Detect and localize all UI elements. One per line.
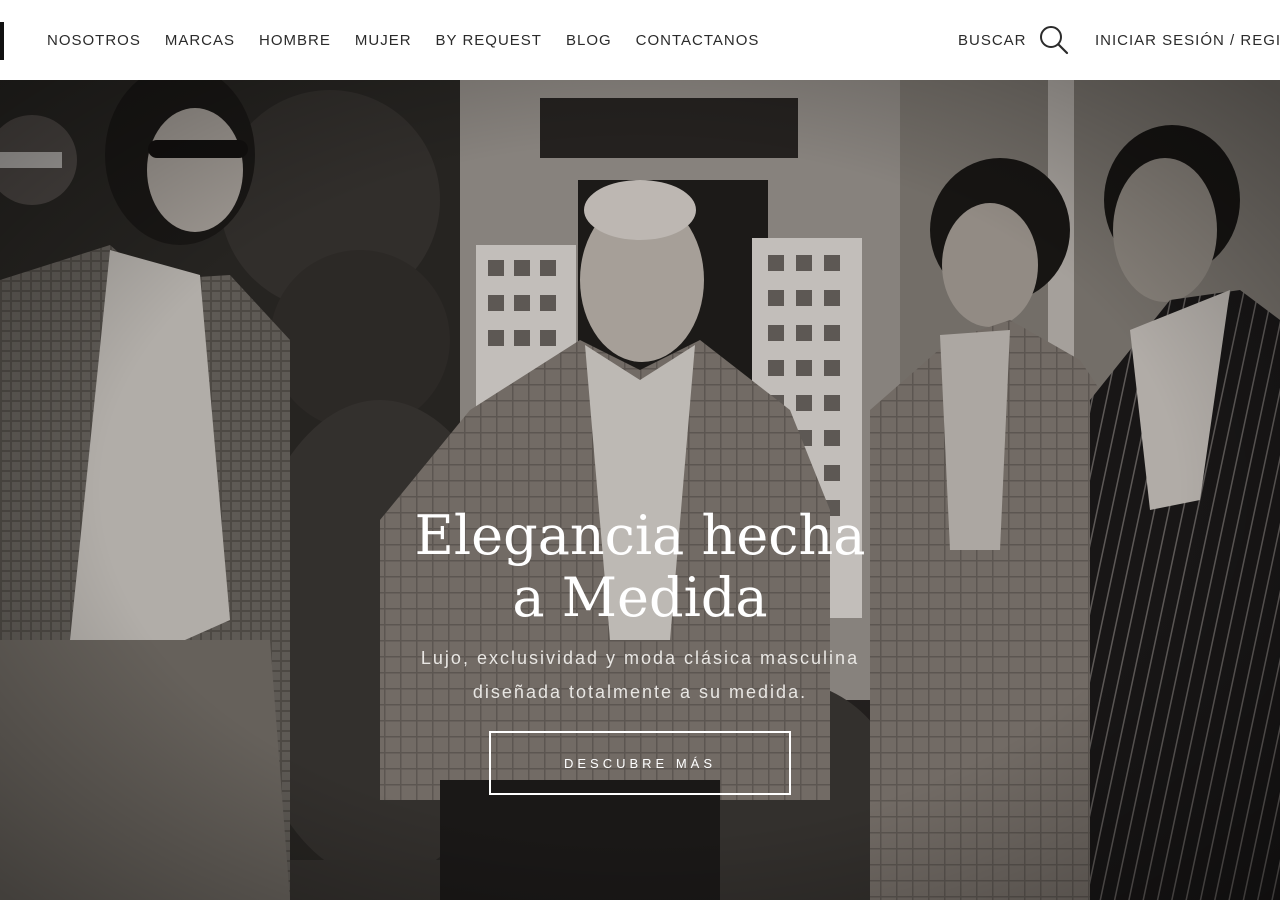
login-register-link[interactable]: INICIAR SESIÓN / REGISTRARSE xyxy=(1095,0,1280,80)
nav-item-hombre[interactable]: HOMBRE xyxy=(259,32,331,49)
hero-title: Elegancia hecha a Medida xyxy=(380,505,900,629)
hero-title-line-2: a Medida xyxy=(512,566,768,629)
nav-item-by-request[interactable]: BY REQUEST xyxy=(436,32,542,49)
nav-item-mujer[interactable]: MUJER xyxy=(355,32,412,49)
hero-banner: Elegancia hecha a Medida Lujo, exclusivi… xyxy=(0,80,1280,900)
search-icon xyxy=(1039,26,1068,55)
search-button[interactable]: BUSCAR xyxy=(958,0,1069,80)
logo-icon xyxy=(0,22,4,60)
discover-more-button[interactable]: DESCUBRE MÁS xyxy=(489,731,791,795)
nav-item-marcas[interactable]: MARCAS xyxy=(165,32,235,49)
hero-subtitle-line-2: diseñada totalmente a su medida. xyxy=(472,682,808,702)
hero-subtitle: Lujo, exclusividad y moda clásica mascul… xyxy=(380,641,900,709)
nav-item-blog[interactable]: BLOG xyxy=(566,32,612,49)
nav-item-contactanos[interactable]: CONTACTANOS xyxy=(636,32,760,49)
site-header: NOSOTROS MARCAS HOMBRE MUJER BY REQUEST … xyxy=(0,0,1280,80)
hero-title-line-1: Elegancia hecha xyxy=(414,504,866,567)
hero-content: Elegancia hecha a Medida Lujo, exclusivi… xyxy=(0,505,1280,795)
main-nav: NOSOTROS MARCAS HOMBRE MUJER BY REQUEST … xyxy=(47,0,783,80)
hero-subtitle-line-1: Lujo, exclusividad y moda clásica mascul… xyxy=(420,648,860,668)
search-label: BUSCAR xyxy=(958,31,1027,49)
nav-item-nosotros[interactable]: NOSOTROS xyxy=(47,32,141,49)
logo[interactable] xyxy=(0,22,6,60)
